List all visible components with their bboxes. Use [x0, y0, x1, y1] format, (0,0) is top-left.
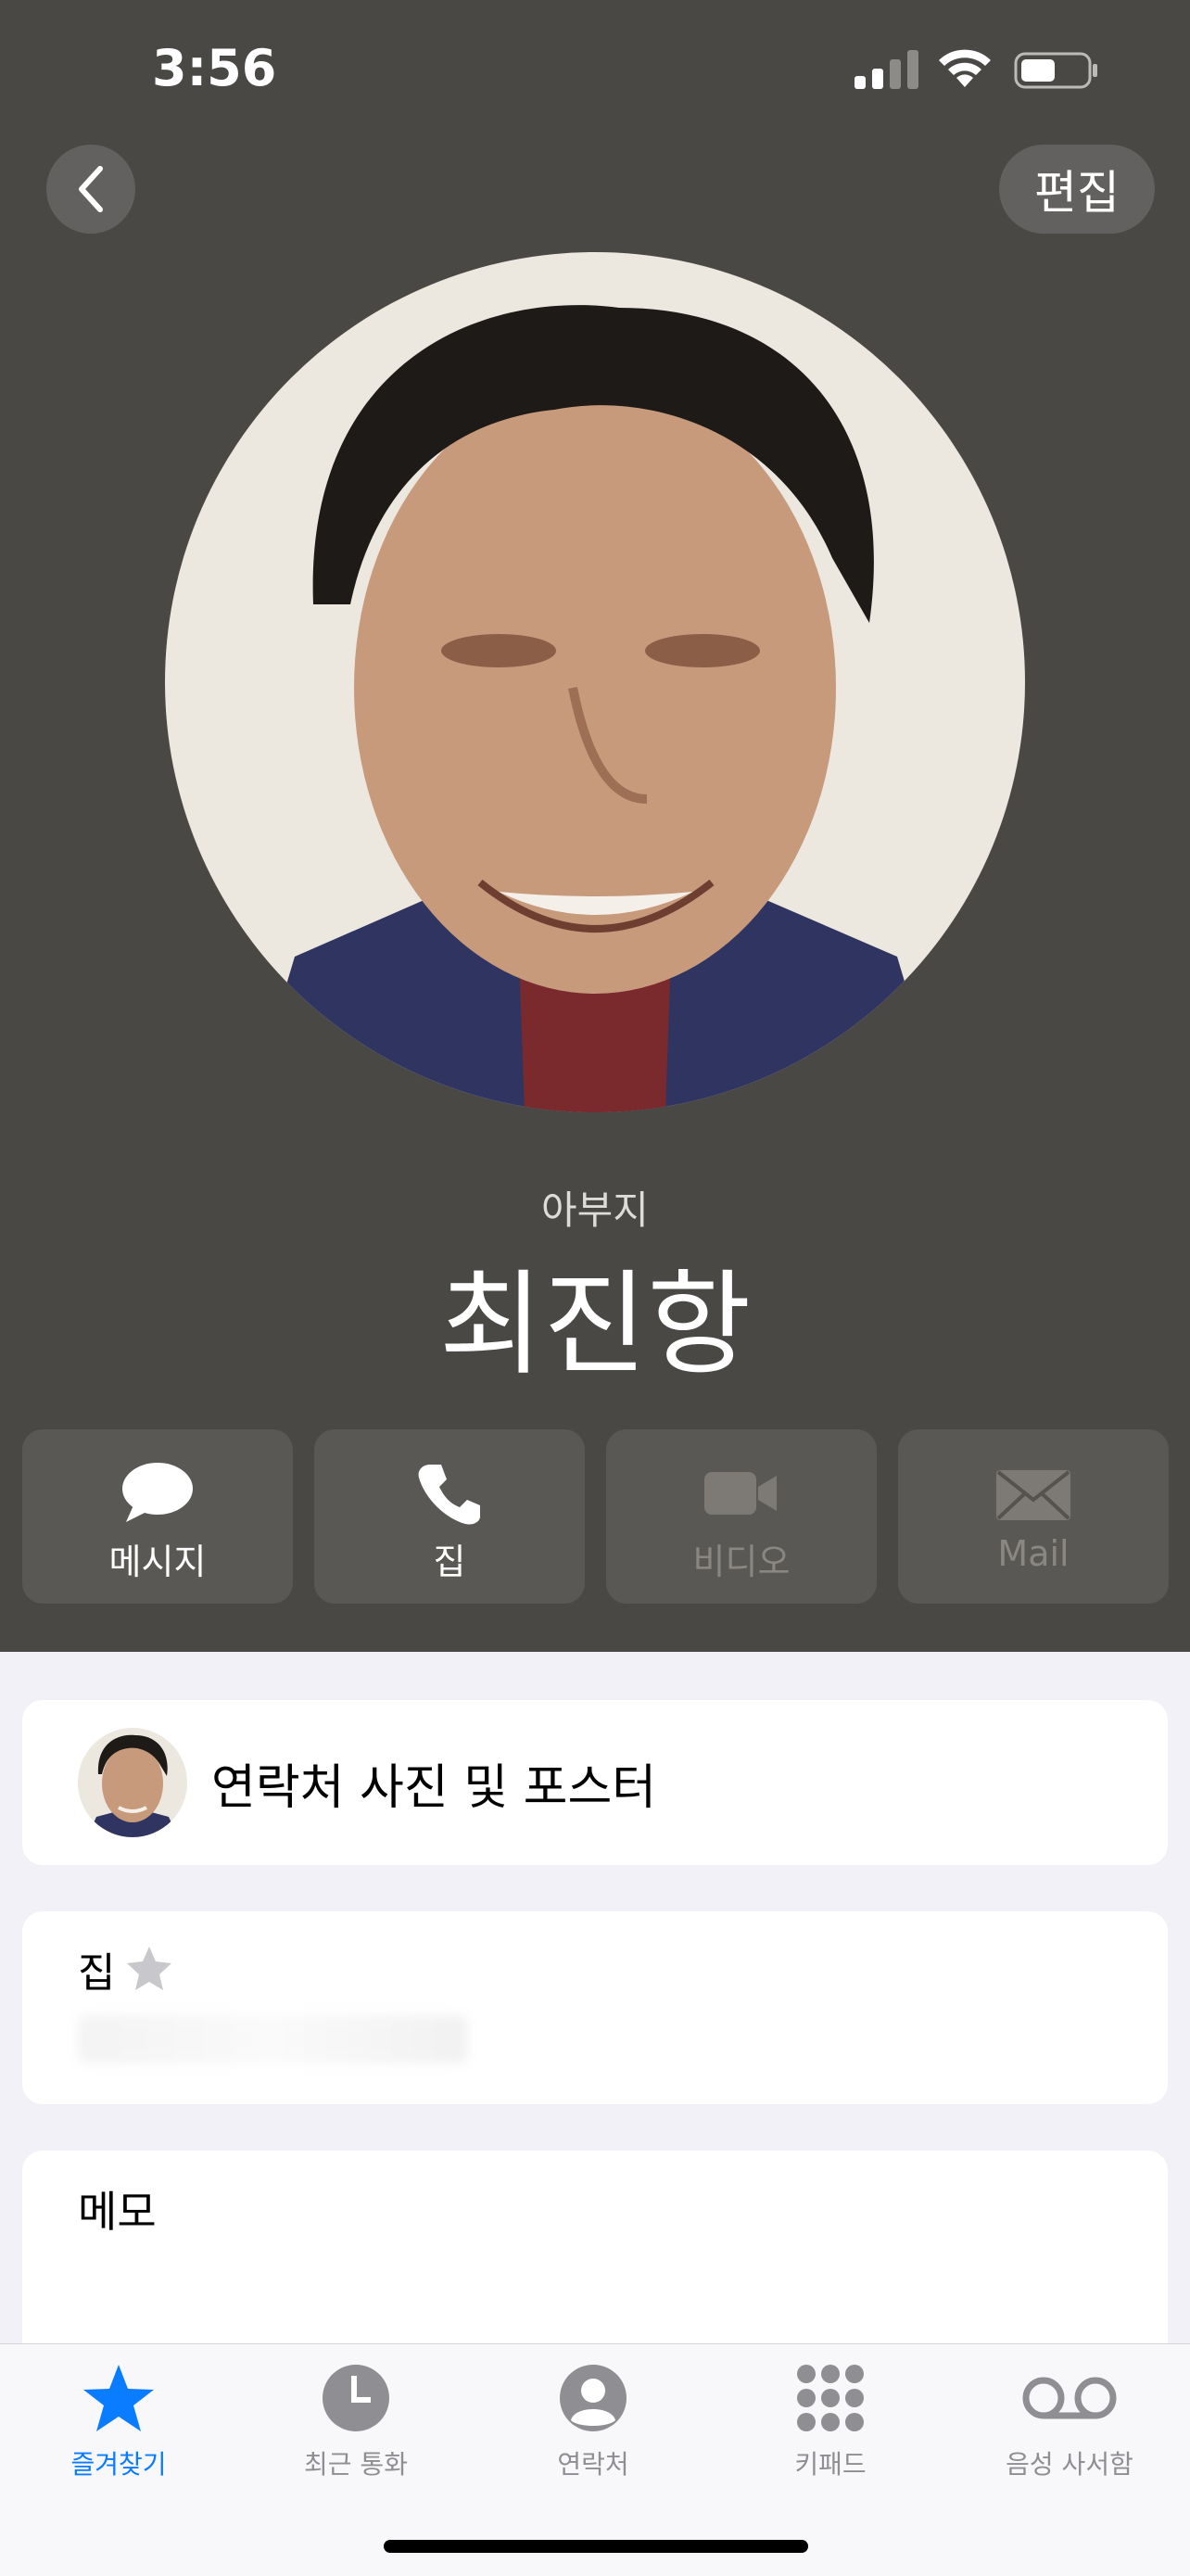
tab-favorites[interactable]: 즐겨찾기 [0, 2344, 237, 2530]
tab-recents[interactable]: 최근 통화 [237, 2344, 475, 2530]
mail-button[interactable]: Mail [898, 1429, 1169, 1604]
video-icon [704, 1472, 777, 1515]
phone-icon [418, 1465, 480, 1525]
wifi-icon [939, 49, 991, 87]
contact-photo-poster-row[interactable]: 연락처 사진 및 포스터 [22, 1700, 1168, 1865]
tab-contacts-label: 연락처 [557, 2449, 629, 2480]
star-icon [127, 1947, 172, 1990]
contact-photo [165, 252, 1025, 1112]
clock-icon [323, 2365, 389, 2431]
person-icon [560, 2365, 627, 2431]
video-label: 비디오 [692, 1542, 791, 1582]
back-button[interactable] [46, 145, 135, 234]
cellular-signal-icon [855, 50, 918, 89]
home-label: 집 [78, 1949, 116, 1997]
chevron-left-icon [79, 166, 103, 212]
tab-voicemail-label: 음성 사서함 [1006, 2449, 1133, 2480]
contact-name: 최진항 [438, 1259, 752, 1390]
message-label: 메시지 [108, 1542, 207, 1582]
call-home-label: 집 [433, 1542, 466, 1582]
mail-label: Mail [997, 1533, 1070, 1574]
phone-number-redacted [78, 2015, 467, 2063]
memo-label: 메모 [78, 2187, 157, 2237]
contact-relation: 아부지 [541, 1187, 649, 1233]
mail-icon [996, 1470, 1070, 1520]
tab-recents-label: 최근 통화 [304, 2449, 408, 2480]
tab-contacts[interactable]: 연락처 [475, 2344, 712, 2530]
avatar [78, 1728, 187, 1837]
video-button[interactable]: 비디오 [606, 1429, 877, 1604]
call-home-button[interactable]: 집 [314, 1429, 585, 1604]
quick-actions: 메시지 집 비디오 Mail [22, 1429, 1169, 1604]
tab-keypad[interactable]: 키패드 [712, 2344, 949, 2530]
tab-voicemail[interactable]: 음성 사서함 [949, 2344, 1190, 2530]
keypad-icon [797, 2365, 864, 2431]
edit-button[interactable]: 편집 [999, 145, 1155, 234]
status-time: 3:56 [152, 39, 277, 97]
home-indicator [384, 2540, 808, 2553]
message-button[interactable]: 메시지 [22, 1429, 293, 1604]
tab-keypad-label: 키패드 [794, 2449, 867, 2480]
voicemail-icon [1022, 2377, 1117, 2419]
home-phone-card[interactable]: 집 [22, 1911, 1168, 2104]
battery-icon [1014, 52, 1097, 89]
photo-poster-label: 연락처 사진 및 포스터 [211, 1760, 657, 1816]
tab-favorites-label: 즐겨찾기 [70, 2449, 167, 2480]
message-icon [122, 1463, 193, 1522]
contact-header: 3:56 편집 아부지 최진항 메시지 집 비디오 Mail [0, 0, 1190, 1652]
star-icon [83, 2365, 154, 2431]
